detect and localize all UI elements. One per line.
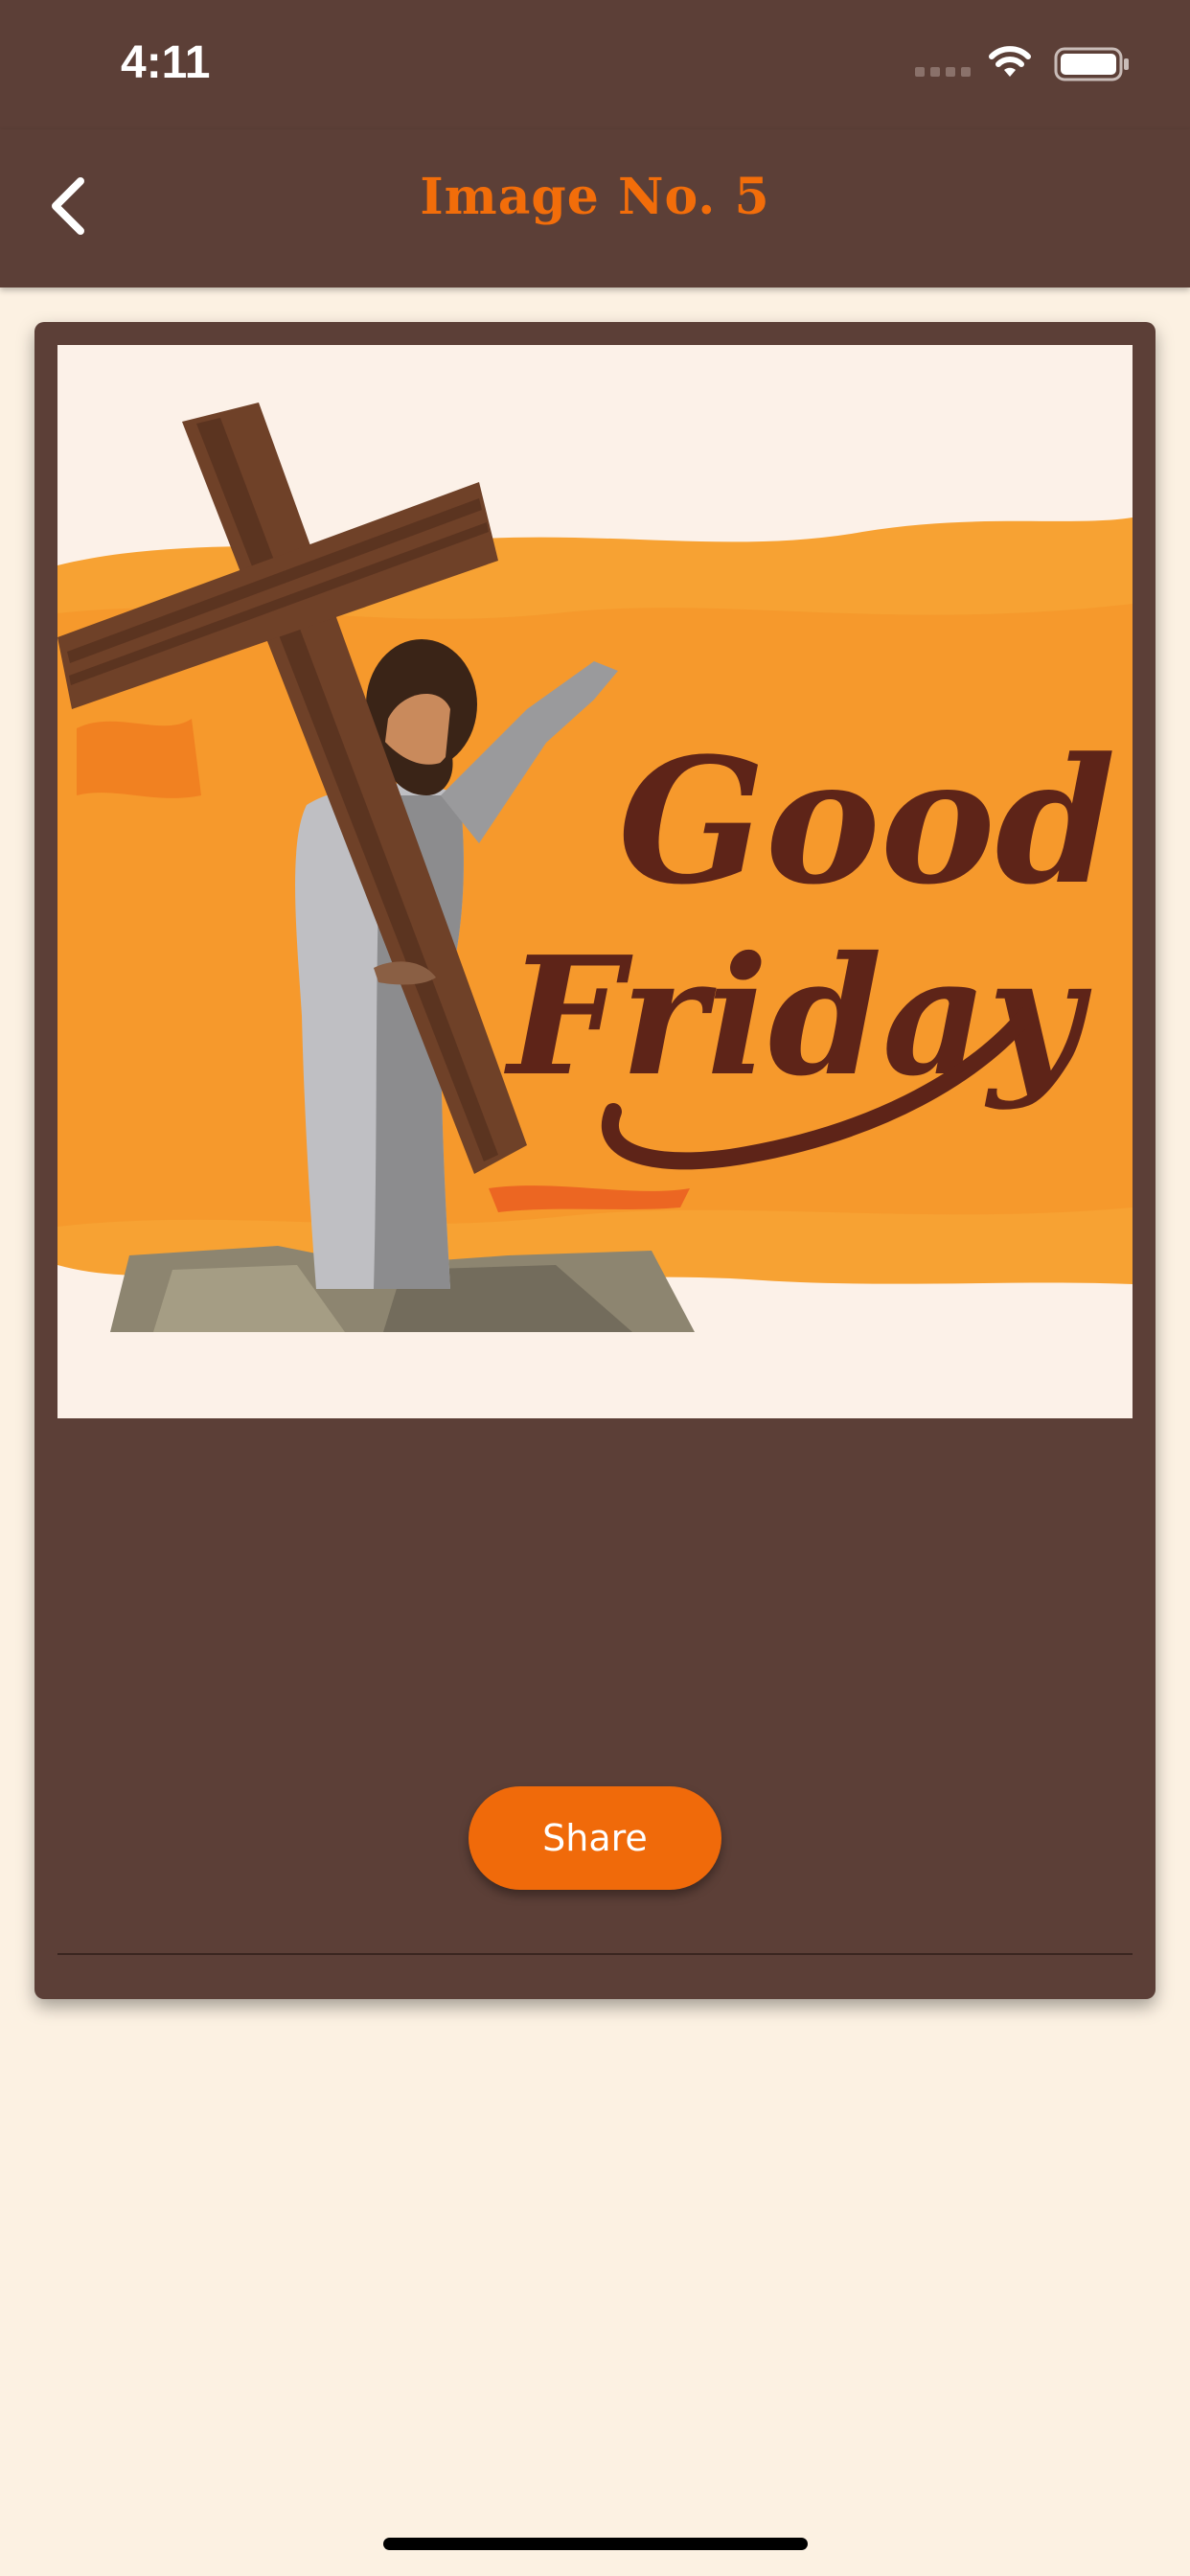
status-time: 4:11: [121, 37, 211, 88]
good-friday-image: Good Friday: [57, 345, 1133, 1418]
lettering-friday: Friday: [504, 921, 1092, 1113]
status-bar: 4:11: [0, 0, 1190, 129]
navigation-bar: Image No. 5: [0, 129, 1190, 288]
battery-icon: [1054, 47, 1129, 81]
home-indicator: [383, 2538, 808, 2550]
lettering-good: Good: [618, 721, 1116, 923]
image-card: Good Friday Share: [34, 322, 1156, 1999]
wifi-icon: [989, 46, 1031, 77]
cellular-signal-icon: [915, 67, 971, 77]
good-friday-illustration: Good Friday: [57, 402, 1133, 1332]
share-button[interactable]: Share: [469, 1786, 721, 1890]
divider: [57, 1953, 1133, 1955]
page-title: Image No. 5: [420, 168, 770, 226]
